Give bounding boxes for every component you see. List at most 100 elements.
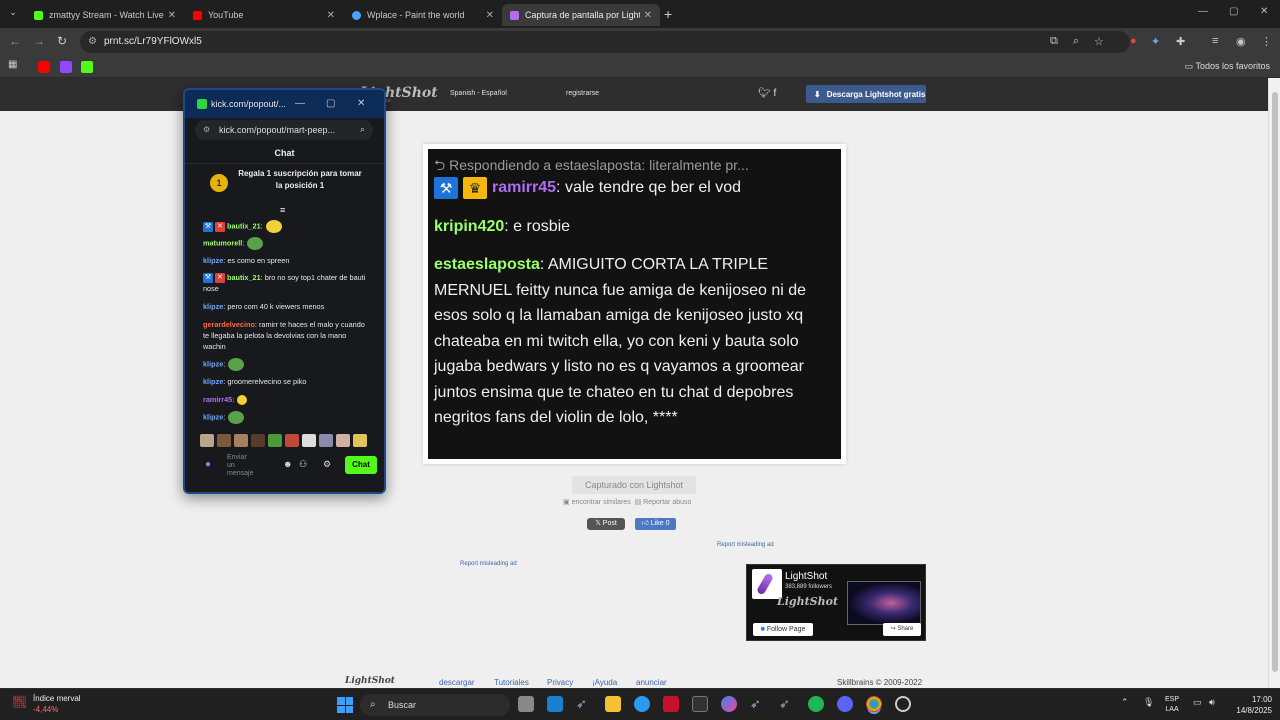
language-selector[interactable]: Spanish - Español [450, 90, 507, 97]
maximize-icon[interactable]: ▢ [1229, 6, 1238, 17]
emote-icon[interactable] [319, 434, 333, 447]
back-icon[interactable]: ← [9, 34, 21, 48]
extension-red-icon[interactable]: ● [1130, 35, 1137, 47]
chat-username[interactable]: klipze [203, 256, 223, 265]
chat-username[interactable]: klipze [203, 302, 223, 311]
taskbar-search[interactable]: ⌕ Buscar [360, 694, 510, 716]
microphone-tray-icon[interactable]: 🎙︎ [1143, 697, 1154, 708]
chat-username[interactable]: bautix_21 [227, 273, 261, 282]
footer-link-privacy[interactable]: Privacy [547, 678, 573, 687]
minimize-icon[interactable]: — [295, 98, 305, 109]
bookmark-youtube-icon[interactable] [38, 61, 50, 73]
tab-lightshot[interactable]: Captura de pantalla por Lightsh ✕ [502, 4, 660, 26]
zoom-icon[interactable]: ⌕ [1073, 35, 1079, 48]
outlook-icon[interactable] [547, 696, 563, 712]
bookmark-star-icon[interactable]: ☆ [1094, 35, 1104, 48]
footer-link-tutorials[interactable]: Tutoriales [494, 678, 529, 687]
tab-search-icon[interactable]: ⌄ [6, 7, 20, 21]
emote-icon[interactable] [353, 434, 367, 447]
search-icon[interactable]: ⌕ [360, 124, 365, 135]
chrome-icon[interactable] [866, 696, 882, 712]
forward-icon[interactable]: → [33, 34, 45, 48]
pinned-indicator-icon[interactable]: ≡ [280, 205, 285, 215]
install-icon[interactable]: ⧉ [1050, 35, 1058, 48]
scrollbar-thumb[interactable] [1272, 92, 1278, 672]
emote-icon[interactable] [285, 434, 299, 447]
emote-icon[interactable] [336, 434, 350, 447]
popout-url-bar[interactable]: ⚙ kick.com/popout/mart-peep... ⌕ [195, 120, 373, 140]
emoji-icon[interactable]: ⚇ [299, 459, 307, 470]
network-icon[interactable]: ▭ [1193, 697, 1202, 708]
emote-icon[interactable] [234, 434, 248, 447]
emote-icon[interactable] [251, 434, 265, 447]
language-indicator[interactable]: ESP LAA [1165, 695, 1179, 715]
extension-blue-icon[interactable]: ✦ [1151, 35, 1160, 48]
steam-alt-icon[interactable]: ➶ [750, 696, 766, 712]
show-hidden-icons[interactable]: ⌃ [1121, 697, 1129, 708]
chat-username[interactable]: ramirr45 [203, 395, 232, 404]
gift-sub-banner[interactable]: 1 Regala 1 suscripción para tomar la pos… [195, 168, 375, 204]
report-abuse-link[interactable]: Reportar abuso [643, 499, 691, 506]
x-post-button[interactable]: 𝕏 Post [587, 518, 625, 530]
register-link[interactable]: registrarse [566, 90, 599, 97]
chat-username[interactable]: bautix_21 [227, 221, 261, 230]
fb-page-name[interactable]: LightShot [785, 571, 827, 582]
task-view-icon[interactable] [518, 696, 534, 712]
profile-icon[interactable]: ◉ [1236, 35, 1246, 48]
page-scrollbar[interactable] [1268, 78, 1280, 688]
steam-icon[interactable]: ➶ [576, 696, 592, 712]
twitter-icon[interactable]: 🐦︎ [758, 88, 771, 99]
bookmark-kick-icon[interactable] [81, 61, 93, 73]
extensions-puzzle-icon[interactable]: ✚ [1176, 35, 1185, 48]
bookmark-twitch-icon[interactable] [60, 61, 72, 73]
maximize-icon[interactable]: ▢ [326, 98, 335, 109]
steam-client-icon[interactable]: ➶ [779, 696, 795, 712]
find-similar-link[interactable]: encontrar similares [572, 499, 631, 506]
captured-with-lightshot[interactable]: Capturado con Lightshot [572, 476, 696, 494]
footer-link-help[interactable]: ¡Ayuda [592, 678, 617, 687]
emote-icon[interactable] [217, 434, 231, 447]
start-button[interactable] [337, 697, 353, 713]
menu-icon[interactable]: ⋮ [1261, 35, 1272, 48]
microphone-icon[interactable]: ● [205, 459, 215, 471]
report-ad-link[interactable]: Report misleading ad [717, 542, 774, 548]
chat-input[interactable]: Enviar un mensaje [227, 454, 255, 478]
emote-icon[interactable] [200, 434, 214, 447]
site-info-icon[interactable]: ⚙ [88, 36, 97, 47]
close-tab-icon[interactable]: ✕ [486, 10, 494, 21]
address-bar[interactable]: ⚙ prnt.sc/Lr79YFlOWxl5 ⧉ ⌕ ☆ [80, 31, 1130, 53]
epic-games-icon[interactable] [692, 696, 708, 712]
tab-kick[interactable]: zmattyy Stream - Watch Live o ✕ [26, 4, 184, 26]
github-icon[interactable] [895, 696, 911, 712]
reading-list-icon[interactable]: ≡ [1212, 35, 1218, 47]
download-button[interactable]: ⬇ Descarga Lightshot gratis [806, 85, 926, 103]
send-chat-button[interactable]: Chat [345, 456, 377, 474]
tab-wplace[interactable]: Wplace - Paint the world ✕ [344, 4, 502, 26]
footer-link-download[interactable]: descargar [439, 678, 475, 687]
emote-picker-icon[interactable]: ☻ [283, 459, 292, 469]
tab-youtube[interactable]: YouTube ✕ [185, 4, 343, 26]
close-tab-icon[interactable]: ✕ [168, 10, 176, 21]
popout-titlebar[interactable]: kick.com/popout/... — ▢ ✕ [185, 90, 384, 118]
minimize-icon[interactable]: — [1198, 6, 1208, 17]
apps-grid-icon[interactable]: ▦ [8, 59, 20, 71]
emote-icon[interactable] [302, 434, 316, 447]
facebook-page-widget[interactable]: LightShot 383,889 followers LightShot ■ … [746, 564, 926, 641]
facebook-icon[interactable]: f [773, 88, 776, 99]
fb-like-button[interactable]: 👍︎ Like 0 [635, 518, 676, 530]
fb-follow-button[interactable]: ■ Follow Page [753, 623, 813, 636]
close-window-icon[interactable]: ✕ [1260, 6, 1268, 17]
emote-icon[interactable] [268, 434, 282, 447]
site-info-icon[interactable]: ⚙ [203, 125, 210, 134]
system-clock[interactable]: 17:00 14/8/2025 [1228, 694, 1272, 716]
volume-icon[interactable]: 🔊︎ [1209, 697, 1215, 708]
copilot-icon[interactable] [721, 696, 737, 712]
new-tab-icon[interactable]: + [664, 6, 672, 22]
fb-share-button[interactable]: ↪ Share [883, 623, 921, 636]
chat-username[interactable]: klipze [203, 377, 223, 386]
app-red-icon[interactable] [663, 696, 679, 712]
chat-username[interactable]: matumorell [203, 238, 242, 247]
reload-icon[interactable]: ↻ [57, 34, 67, 48]
chat-username[interactable]: klipze [203, 359, 223, 368]
chat-username[interactable]: gerardelvecino [203, 320, 255, 329]
